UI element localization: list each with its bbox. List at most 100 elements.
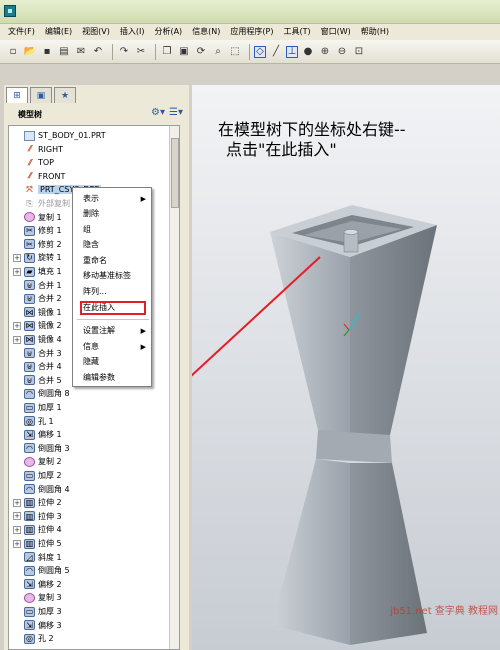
context-menu-item[interactable]: 设置注解 ▶ <box>83 324 149 338</box>
tree-item[interactable]: 复制 2 <box>9 455 179 468</box>
expand-icon[interactable]: + <box>13 539 21 548</box>
cut-icon[interactable]: ✂ <box>134 45 148 59</box>
menu-item-8[interactable]: 窗口(W) <box>316 24 356 40</box>
expand-icon[interactable]: + <box>13 498 21 507</box>
tree-item-label: 填充 1 <box>38 267 62 276</box>
tree-item[interactable]: ◎ 孔 2 <box>9 632 179 645</box>
context-menu-item[interactable]: 组 <box>83 223 149 237</box>
tree-settings-icon[interactable]: ⚙▾ <box>151 107 165 118</box>
expand-icon[interactable]: + <box>13 512 21 521</box>
paste-icon[interactable]: ▣ <box>177 45 191 59</box>
context-menu-item[interactable]: 移动基准标签 <box>83 269 149 283</box>
context-menu-item[interactable]: 删除 <box>83 207 149 221</box>
refit-icon[interactable]: ⊡ <box>352 45 366 59</box>
tree-item[interactable]: ◿ 斜度 1 <box>9 551 179 564</box>
tree-item[interactable]: + ▥ 拉伸 4 <box>9 523 179 536</box>
tree-item[interactable]: 复制 3 <box>9 591 179 604</box>
menu-item-0[interactable]: 文件(F) <box>3 24 40 40</box>
tree-tools: ⚙▾ ☰▾ <box>151 107 183 118</box>
zoom-in-icon[interactable]: ⊕ <box>318 45 332 59</box>
tree-item-label: 修剪 1 <box>38 226 62 236</box>
tree-item[interactable]: ⫽ RIGHT <box>9 143 179 156</box>
expand-icon[interactable]: + <box>13 525 21 534</box>
tree-item[interactable]: ◎ 孔 1 <box>9 415 179 428</box>
select-icon[interactable]: ⬚ <box>228 45 242 59</box>
tree-columns-icon[interactable]: ☰▾ <box>169 107 183 118</box>
mirror-icon: ⋈ <box>24 320 35 331</box>
menu-item-3[interactable]: 插入(I) <box>115 24 150 40</box>
redo-icon[interactable]: ↷ <box>117 45 131 59</box>
hole-icon: ◎ <box>24 416 35 427</box>
tree-item[interactable]: ◠ 倒圆角 4 <box>9 483 179 496</box>
graphics-window[interactable] <box>192 85 500 650</box>
expand-icon[interactable]: + <box>13 253 21 262</box>
menu-item-7[interactable]: 工具(T) <box>279 24 316 40</box>
context-menu-item[interactable]: 编辑参数 <box>83 371 149 385</box>
tree-item-label: 孔 2 <box>38 634 54 644</box>
tree-item[interactable]: ◠ 倒圆角 3 <box>9 442 179 455</box>
tree-scrollbar-thumb[interactable] <box>171 138 179 208</box>
undo-icon[interactable]: ↶ <box>91 45 105 59</box>
tree-item[interactable]: + ▥ 拉伸 3 <box>9 510 179 523</box>
tab-favorites[interactable]: ★ <box>54 87 76 103</box>
expand-icon[interactable]: + <box>13 321 21 330</box>
tree-item-label: 倒圆角 4 <box>38 484 70 494</box>
tree-item[interactable]: ⇲ 偏移 3 <box>9 619 179 632</box>
menu-item-6[interactable]: 应用程序(P) <box>225 24 278 40</box>
csys-display-icon[interactable]: ⊥ <box>286 45 298 58</box>
datum-plane-icon: ⫽ <box>27 144 32 154</box>
menu-bar: 文件(F) 编辑(E) 视图(V) 插入(I) 分析(A) 信息(N) 应用程序(P) 工具(… <box>0 24 500 40</box>
model-view <box>192 85 500 650</box>
shading-icon[interactable]: ● <box>301 45 315 59</box>
tree-item-label: 镜像 2 <box>38 321 62 331</box>
menu-item-4[interactable]: 分析(A) <box>149 24 187 40</box>
tree-item[interactable]: ▭ 加厚 2 <box>9 469 179 482</box>
submenu-arrow-icon: ▶ <box>140 327 146 335</box>
menu-item-1[interactable]: 编辑(E) <box>40 24 77 40</box>
tree-scrollbar[interactable] <box>169 126 179 649</box>
tab-model-tree[interactable]: ⊞ <box>6 87 28 103</box>
merge-icon: ⊎ <box>24 293 35 304</box>
tree-item-label: 偏移 2 <box>38 579 62 589</box>
tree-item[interactable]: ⫽ TOP <box>9 156 179 169</box>
print-icon[interactable]: ▤ <box>57 45 71 59</box>
tree-item[interactable]: ▭ 加厚 1 <box>9 401 179 414</box>
tree-item[interactable]: ⇲ 偏移 2 <box>9 578 179 591</box>
regenerate-icon[interactable]: ⟳ <box>194 45 208 59</box>
zoom-out-icon[interactable]: ⊖ <box>335 45 349 59</box>
annotation-line-2: 点击"在此插入" <box>226 140 337 159</box>
datum-axis-display-icon[interactable]: ╱ <box>269 45 283 59</box>
toolbar: ▫ 📂 ▪ ▤ ✉ ↶ ↷ ✂ ❐ ▣ ⟳ ⌕ ⬚ ◇ ╱ ⊥ ● ⊕ ⊖ ⊡ <box>0 40 500 64</box>
menu-item-5[interactable]: 信息(N) <box>187 24 225 40</box>
tree-item[interactable]: ◠ 倒圆角 5 <box>9 564 179 577</box>
tab-folder-browser[interactable]: ▣ <box>30 87 52 103</box>
tree-item[interactable]: ST_BODY_01.PRT <box>9 129 179 142</box>
save-icon[interactable]: ▪ <box>40 45 54 59</box>
expand-icon[interactable]: + <box>13 267 21 276</box>
tree-item[interactable]: + ▥ 拉伸 2 <box>9 496 179 509</box>
expand-icon[interactable]: + <box>13 335 21 344</box>
context-menu-item[interactable]: 重命名 <box>83 254 149 268</box>
find-icon[interactable]: ⌕ <box>211 45 225 59</box>
mirror-icon: ⋈ <box>24 307 35 318</box>
copy-icon[interactable]: ❐ <box>160 45 174 59</box>
tree-item[interactable]: ▭ 加厚 3 <box>9 605 179 618</box>
tree-item[interactable]: + ▥ 拉伸 5 <box>9 537 179 550</box>
context-menu-item[interactable]: 阵列... <box>83 285 149 299</box>
toolbar-separator <box>112 43 113 60</box>
context-menu-item[interactable]: 隐藏 <box>83 355 149 369</box>
new-icon[interactable]: ▫ <box>6 45 20 59</box>
menu-item-2[interactable]: 视图(V) <box>77 24 115 40</box>
tree-item[interactable]: ⇲ 偏移 1 <box>9 428 179 441</box>
context-menu-item-label: 删除 <box>83 209 99 218</box>
email-icon[interactable]: ✉ <box>74 45 88 59</box>
open-icon[interactable]: 📂 <box>23 45 37 59</box>
context-menu-item[interactable]: 表示 ▶ <box>83 192 149 206</box>
datum-plane-display-icon[interactable]: ◇ <box>254 45 266 58</box>
tree-item[interactable]: ⫽ FRONT <box>9 170 179 183</box>
menu-item-9[interactable]: 帮助(H) <box>356 24 394 40</box>
context-menu-item[interactable]: 信息 ▶ <box>83 340 149 354</box>
context-menu-item[interactable]: 隐含 <box>83 238 149 252</box>
tree-item[interactable]: ◠ 倒圆角 8 <box>9 387 179 400</box>
title-bar <box>0 0 500 24</box>
